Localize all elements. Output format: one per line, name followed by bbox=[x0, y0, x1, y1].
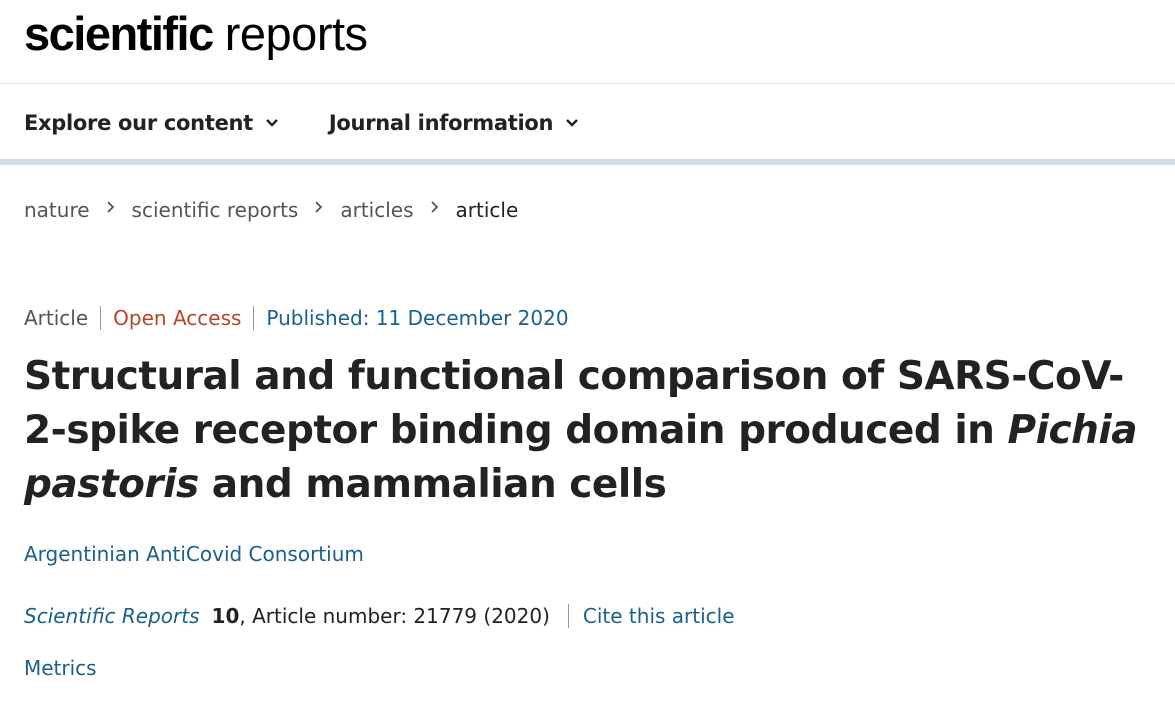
chevron-right-icon bbox=[430, 201, 438, 213]
site-logo[interactable]: scientific reports bbox=[24, 6, 368, 68]
breadcrumb-nature[interactable]: nature bbox=[24, 198, 90, 222]
article-number: , Article number: 21779 (2020) bbox=[239, 604, 569, 628]
logo-text-light: reports bbox=[224, 7, 368, 60]
cite-this-article-link[interactable]: Cite this article bbox=[569, 604, 735, 628]
chevron-right-icon bbox=[106, 201, 114, 213]
main-nav: Explore our content Journal information bbox=[24, 103, 579, 143]
nav-explore-content[interactable]: Explore our content bbox=[24, 111, 279, 135]
chevron-down-icon bbox=[266, 119, 278, 127]
citation-line: Scientific Reports 10 , Article number: … bbox=[24, 604, 735, 628]
nav-journal-information[interactable]: Journal information bbox=[329, 111, 579, 135]
published-date: Published: 11 December 2020 bbox=[266, 306, 569, 330]
article-meta: Article Open Access Published: 11 Decemb… bbox=[24, 306, 569, 330]
journal-name-link[interactable]: Scientific Reports bbox=[24, 604, 200, 628]
nav-divider bbox=[0, 159, 1175, 165]
breadcrumb-article: article bbox=[455, 198, 519, 222]
chevron-right-icon bbox=[315, 201, 323, 213]
nav-journal-information-label: Journal information bbox=[328, 111, 554, 135]
article-title-part1: Structural and functional comparison of … bbox=[24, 354, 1124, 453]
breadcrumb: nature scientific reports articles artic… bbox=[24, 198, 518, 222]
header-divider bbox=[0, 83, 1175, 84]
logo-text-bold: scientific bbox=[24, 7, 214, 60]
metrics-link[interactable]: Metrics bbox=[24, 656, 97, 680]
breadcrumb-articles[interactable]: articles bbox=[340, 198, 413, 222]
article-title: Structural and functional comparison of … bbox=[24, 350, 1154, 512]
nav-explore-content-label: Explore our content bbox=[24, 111, 253, 135]
article-type: Article bbox=[24, 306, 102, 330]
open-access-badge: Open Access bbox=[101, 306, 255, 330]
article-title-part2: and mammalian cells bbox=[198, 462, 667, 507]
breadcrumb-scientific-reports[interactable]: scientific reports bbox=[132, 198, 299, 222]
volume-number: 10 bbox=[211, 604, 240, 628]
chevron-down-icon bbox=[566, 119, 578, 127]
author-link[interactable]: Argentinian AntiCovid Consortium bbox=[24, 542, 364, 566]
